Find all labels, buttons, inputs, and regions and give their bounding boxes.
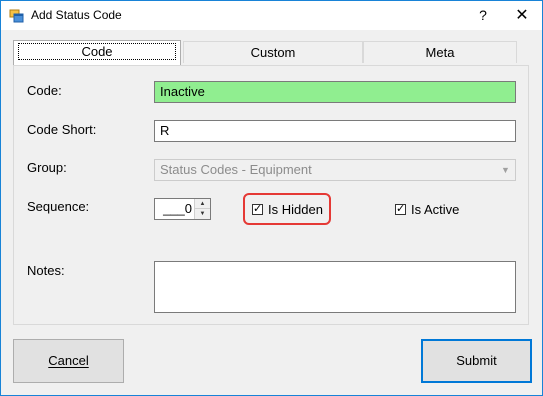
- help-button[interactable]: ?: [463, 1, 503, 30]
- spin-buttons: ▲ ▼: [194, 199, 210, 219]
- tab-meta-label: Meta: [425, 45, 455, 60]
- is-active-label: Is Active: [411, 202, 460, 217]
- is-active-checkbox[interactable]: ✓ Is Active: [395, 202, 470, 218]
- sequence-stepper[interactable]: ___0 ▲ ▼: [154, 198, 211, 220]
- chevron-down-icon: ▼: [497, 161, 514, 179]
- dialog-window: Add Status Code ? ✕ Code Custom Meta Cod…: [0, 0, 543, 396]
- tab-custom[interactable]: Custom: [183, 41, 363, 63]
- checkmark-icon: ✓: [253, 203, 263, 215]
- tab-code[interactable]: Code: [13, 40, 181, 65]
- checkmark-icon: ✓: [396, 203, 406, 215]
- submit-button-label: Submit: [456, 353, 497, 368]
- close-button[interactable]: ✕: [502, 1, 542, 30]
- notes-textarea[interactable]: [154, 261, 516, 313]
- tab-meta[interactable]: Meta: [363, 41, 517, 63]
- app-window-icon: [9, 9, 24, 23]
- group-dropdown-value: Status Codes - Equipment: [160, 162, 312, 177]
- group-dropdown[interactable]: Status Codes - Equipment ▼: [154, 159, 516, 181]
- notes-label: Notes:: [27, 263, 65, 278]
- window-title: Add Status Code: [31, 8, 122, 22]
- submit-button[interactable]: Submit: [421, 339, 532, 383]
- code-short-value: R: [160, 123, 170, 138]
- code-short-label: Code Short:: [27, 122, 97, 137]
- group-label: Group:: [27, 160, 67, 175]
- sequence-value: ___0: [163, 201, 192, 216]
- is-hidden-checkbox[interactable]: ✓ Is Hidden: [252, 202, 327, 218]
- is-active-box: ✓: [395, 203, 406, 215]
- title-bar: Add Status Code ? ✕: [1, 1, 542, 30]
- code-label: Code:: [27, 83, 62, 98]
- code-short-field[interactable]: R: [154, 120, 516, 142]
- code-field-value: Inactive: [160, 84, 205, 99]
- close-icon: ✕: [515, 7, 529, 24]
- sequence-label: Sequence:: [27, 199, 90, 214]
- code-field[interactable]: Inactive: [154, 81, 516, 103]
- tab-code-label: Code: [18, 43, 176, 60]
- is-hidden-label: Is Hidden: [268, 202, 323, 217]
- cancel-button[interactable]: Cancel: [13, 339, 124, 383]
- spin-down-icon[interactable]: ▼: [195, 209, 210, 219]
- spin-up-icon[interactable]: ▲: [195, 199, 210, 209]
- tab-strip: Code Custom Meta: [13, 40, 517, 65]
- cancel-button-label: Cancel: [48, 353, 89, 368]
- is-hidden-box: ✓: [252, 203, 263, 215]
- help-icon: ?: [479, 7, 487, 23]
- tab-custom-label: Custom: [250, 45, 296, 60]
